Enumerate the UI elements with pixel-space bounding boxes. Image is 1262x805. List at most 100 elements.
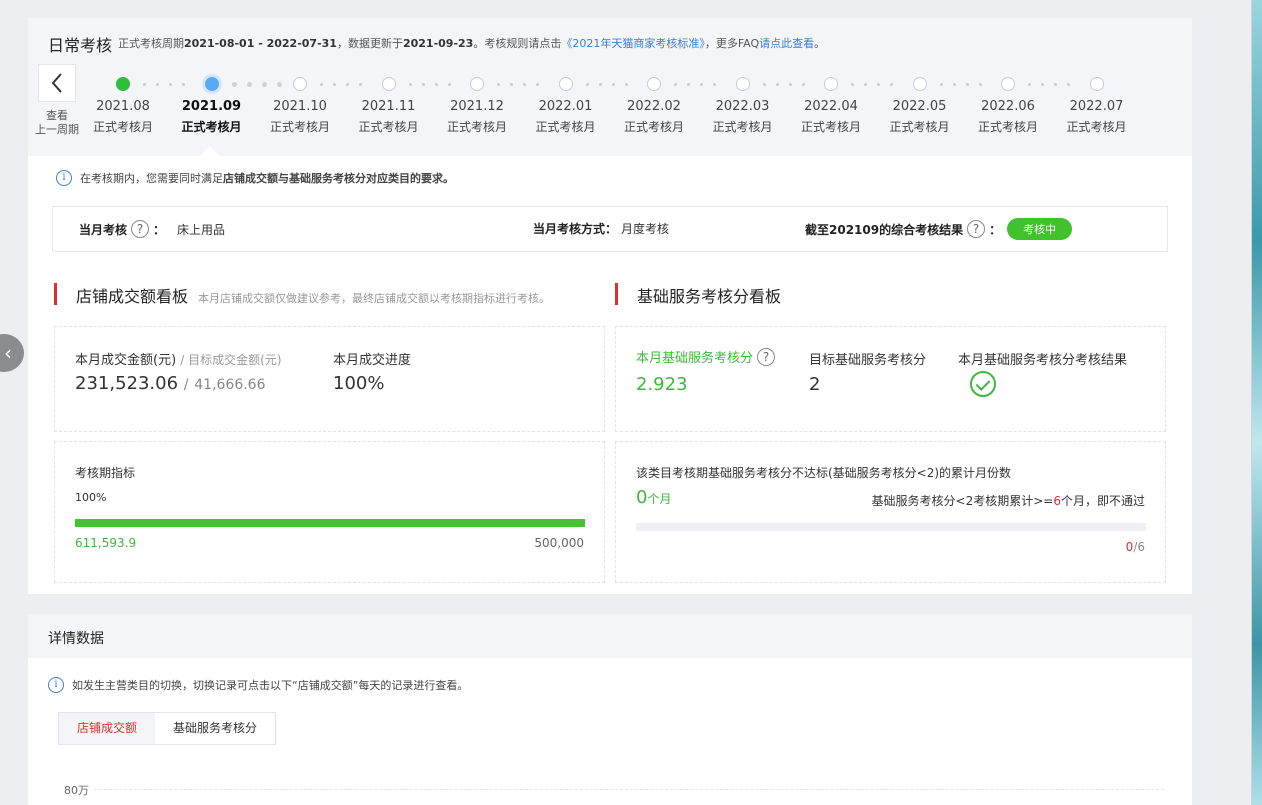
- timeline-type-label: 正式考核月: [800, 120, 861, 134]
- previous-period-button[interactable]: [38, 64, 76, 102]
- monthly-amount-label: 本月成交金额(元) / 目标成交金额(元): [75, 353, 282, 368]
- timeline-month-label: 2022.07: [1069, 99, 1124, 114]
- timeline-month-label: 2022.01: [538, 99, 593, 114]
- previous-period-label[interactable]: 查看 上一周期: [32, 109, 82, 137]
- timeline-separator: [143, 83, 185, 86]
- timeline-dot: [558, 77, 573, 91]
- timeline-dot: [381, 77, 396, 91]
- assessment-header: 日常考核 正式考核周期2021-08-01 - 2022-07-31，数据更新于…: [28, 18, 1192, 156]
- period-progress-fill: [75, 519, 585, 527]
- current-category: 当月考核 ?： 床上用品: [79, 220, 226, 238]
- timeline-separator: [320, 83, 362, 86]
- help-icon[interactable]: ?: [967, 220, 986, 238]
- timeline-month-label: 2022.06: [981, 99, 1035, 114]
- period-progress-bar: [75, 519, 585, 527]
- timeline-month-label: 2021.12: [450, 99, 504, 114]
- timeline-dot: [116, 77, 130, 91]
- timeline-type-label: 正式考核月: [977, 120, 1038, 134]
- timeline-type-label: 正式考核月: [92, 120, 153, 134]
- timeline-month-label: 2021.11: [361, 99, 416, 114]
- help-icon[interactable]: ?: [757, 347, 776, 366]
- assessment-period-info: 正式考核周期2021-08-01 - 2022-07-31，数据更新于2021-…: [118, 37, 826, 50]
- timeline-dot: [1001, 77, 1015, 91]
- page-title: 日常考核: [48, 36, 113, 55]
- page-divider: [1251, 0, 1252, 805]
- assessment-summary: 当月考核 ?： 床上用品 当月考核方式： 月度考核 截至202109的综合考核结…: [52, 206, 1168, 252]
- section-accent: [54, 283, 57, 305]
- fail-months-count: 0个月: [636, 487, 672, 508]
- fail-progress-bar: [636, 523, 1146, 531]
- timeline-dot: [1089, 77, 1104, 91]
- fail-months-description: 该类目考核期基础服务考核分不达标(基础服务考核分<2)的累计月份数: [636, 466, 1012, 480]
- daily-assessment-panel: 日常考核 正式考核周期2021-08-01 - 2022-07-31，数据更新于…: [28, 18, 1192, 594]
- timeline-type-label: 正式考核月: [535, 120, 596, 134]
- timeline-month-label: 2022.02: [627, 99, 681, 114]
- collapse-sidebar-button[interactable]: ‹: [0, 334, 24, 372]
- chevron-left-icon: [51, 73, 62, 93]
- section-accent: [615, 283, 618, 305]
- score-result-label: 本月基础服务考核分考核结果: [958, 353, 1128, 368]
- timeline-type-label: 正式考核月: [446, 120, 507, 134]
- details-tabs: 店铺成交额 基础服务考核分: [58, 712, 277, 745]
- timeline-type-label: 正式考核月: [889, 120, 950, 134]
- period-range: 2021-08-01 - 2022-07-31: [184, 37, 337, 50]
- timeline-type-label: 正式考核月: [712, 120, 773, 134]
- timeline-separator: [674, 83, 716, 86]
- assessment-notice: i 在考核期内，您需要同时满足店铺成交额与基础服务考核分对应类目的要求。: [56, 170, 454, 186]
- timeline-month-label: 2021.09: [181, 99, 242, 114]
- rules-link[interactable]: 《2021年天猫商家考核标准》: [561, 37, 705, 50]
- service-fail-card: 该类目考核期基础服务考核分不达标(基础服务考核分<2)的累计月份数 0个月 基础…: [615, 441, 1166, 583]
- category-value: 床上用品: [177, 222, 226, 237]
- assessment-method: 当月考核方式： 月度考核: [533, 222, 670, 236]
- timeline-dot: [293, 77, 307, 91]
- timeline-type-label: 正式考核月: [181, 120, 242, 134]
- timeline-dot: [204, 77, 219, 91]
- fail-rule: 基础服务考核分<2考核期累计>=6个月，即不通过: [871, 494, 1145, 508]
- period-target-label: 考核期指标: [75, 466, 136, 480]
- method-value: 月度考核: [621, 222, 670, 236]
- timeline-month-label: 2021.10: [273, 99, 327, 114]
- service-score-card: 本月基础服务考核分? 2.923 目标基础服务考核分 2 本月基础服务考核分考核…: [615, 326, 1166, 432]
- tab-service-score[interactable]: 基础服务考核分: [155, 713, 275, 744]
- period-target-card: 考核期指标 100% 611,593.9 500,000: [54, 441, 605, 583]
- timeline-separator: [585, 83, 628, 86]
- timeline-dot: [647, 77, 661, 91]
- faq-link[interactable]: 请点此查看: [759, 37, 814, 50]
- details-title: 详情数据: [48, 631, 104, 647]
- target-score-label: 目标基础服务考核分: [809, 353, 927, 368]
- timeline-type-label: 正式考核月: [358, 120, 419, 134]
- timeline-dot: [470, 77, 484, 91]
- period-actual-value: 611,593.9: [75, 536, 137, 550]
- monthly-amount-value: 231,523.06 / 41,666.66: [75, 373, 266, 394]
- timeline-type-label: 正式考核月: [269, 120, 330, 134]
- timeline-separator: [939, 83, 982, 86]
- details-panel: 详情数据 i 如发生主营类目的切换，切换记录可点击以下“店铺成交额”每天的记录进…: [28, 614, 1192, 805]
- period-percent: 100%: [75, 491, 107, 504]
- current-month-pointer: [200, 146, 220, 156]
- timeline-dot: [824, 77, 838, 91]
- timeline-dot: [912, 77, 927, 91]
- help-icon[interactable]: ?: [131, 220, 150, 238]
- chevron-left-icon: ‹: [4, 341, 12, 365]
- tab-store-sales[interactable]: 店铺成交额: [59, 713, 156, 744]
- target-score-value: 2: [809, 374, 821, 395]
- timeline-type-label: 正式考核月: [623, 120, 684, 134]
- update-date: 2021-09-23: [402, 37, 474, 50]
- info-icon: i: [56, 170, 72, 186]
- timeline-dot: [735, 77, 750, 91]
- assessment-timeline: 2021.08 正式考核月 2021.09 正式考核月 2021.10 正式考核月 2021…: [86, 74, 1146, 154]
- chart-grid-line: [94, 789, 1164, 790]
- timeline-separator: [497, 83, 539, 86]
- period-target-value: 500,000: [534, 536, 584, 550]
- timeline-month-label: 2022.05: [892, 99, 947, 114]
- timeline-month-label: 2022.03: [715, 99, 770, 114]
- overall-result: 截至202109的综合考核结果 ?： 考核中: [805, 218, 1073, 240]
- timeline-separator: [231, 82, 282, 87]
- info-icon: i: [48, 677, 64, 693]
- timeline-separator: [1028, 83, 1070, 86]
- timeline-month-label: 2021.08: [96, 99, 150, 114]
- timeline-month-label: 2022.04: [804, 99, 858, 114]
- details-notice: i 如发生主营类目的切换，切换记录可点击以下“店铺成交额”每天的记录进行查看。: [48, 677, 468, 693]
- chart-y-tick: 80万: [64, 784, 89, 797]
- fail-ratio: 0/6: [1125, 540, 1145, 554]
